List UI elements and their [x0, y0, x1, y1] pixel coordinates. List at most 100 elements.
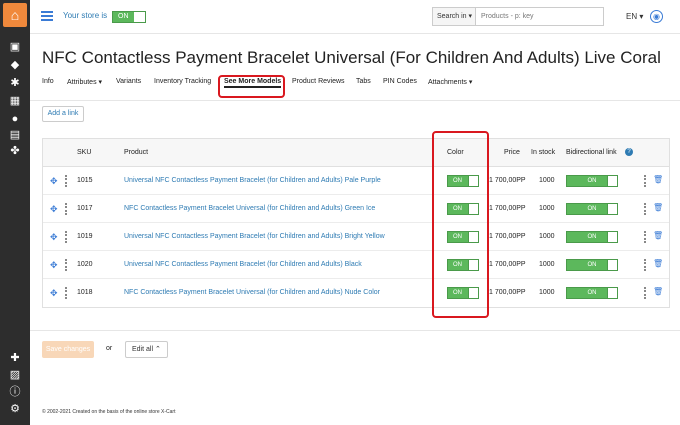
or-label: or — [106, 345, 113, 352]
trash-icon[interactable]: 🗑 — [653, 287, 663, 296]
gift-icon[interactable]: ▦ — [8, 95, 22, 107]
table-row: ✥ 1015 Universal NFC Contactless Payment… — [43, 167, 669, 195]
tab-attachments[interactable]: Attachments ▾ — [428, 78, 472, 86]
language-selector[interactable]: EN ▾ — [626, 12, 643, 21]
drag-handle-icon[interactable]: ✥ — [50, 260, 58, 271]
trash-icon[interactable]: 🗑 — [653, 259, 663, 268]
toggle-knob — [607, 288, 617, 298]
header-product[interactable]: Product — [124, 149, 148, 156]
row-price: 1 700,00PP — [489, 177, 526, 184]
table-row: ✥ 1017 NFC Contactless Payment Bracelet … — [43, 195, 669, 223]
drag-handle-icon[interactable]: ✥ — [50, 176, 58, 187]
page-title: NFC Contactless Payment Bracelet Univers… — [42, 48, 661, 67]
row-separator — [65, 175, 67, 187]
toggle-knob — [607, 176, 617, 186]
store-toggle-label: ON — [118, 13, 129, 20]
search-scope-button[interactable]: Search in ▾ — [432, 7, 476, 26]
action-bar: Save changes or Edit all ⌃ — [30, 330, 680, 368]
tab-variants[interactable]: Variants — [116, 78, 141, 85]
bidirectional-toggle[interactable]: ON — [566, 259, 618, 271]
row-separator — [65, 259, 67, 271]
row-separator — [65, 231, 67, 243]
header-in-stock[interactable]: In stock — [531, 149, 555, 156]
sidebar: ⌂ ▣ ◆ ✱ ▦ ● ▤ ✤ ✚ ▨ ⓘ ⚙ — [0, 0, 30, 425]
table-row: ✥ 1020 Universal NFC Contactless Payment… — [43, 251, 669, 279]
toggle-knob — [607, 260, 617, 270]
gear-icon[interactable]: ⚙ — [8, 403, 22, 415]
toggle-label: ON — [587, 234, 597, 240]
toggle-label: ON — [587, 206, 597, 212]
tab-info[interactable]: Info — [42, 78, 54, 85]
row-product-link[interactable]: NFC Contactless Payment Bracelet Univers… — [124, 205, 375, 212]
row-product-link[interactable]: Universal NFC Contactless Payment Bracel… — [124, 233, 385, 240]
drag-handle-icon[interactable]: ✥ — [50, 232, 58, 243]
search-input[interactable]: Products - p: key — [476, 7, 604, 26]
trash-icon[interactable]: 🗑 — [653, 231, 663, 240]
row-stock: 1000 — [539, 261, 555, 268]
info-icon[interactable]: ⓘ — [8, 386, 22, 398]
star-icon[interactable]: ✱ — [8, 77, 22, 89]
image-icon[interactable]: ▨ — [8, 369, 22, 381]
store-status-label: Your store is — [63, 11, 108, 20]
row-separator — [644, 231, 646, 243]
header-sku[interactable]: SKU — [77, 149, 91, 156]
row-separator — [644, 203, 646, 215]
edit-all-button[interactable]: Edit all ⌃ — [125, 341, 168, 358]
top-bar: Your store is ON Search in ▾ Products - … — [30, 0, 680, 34]
row-stock: 1000 — [539, 289, 555, 296]
row-separator — [65, 287, 67, 299]
store-status-toggle[interactable]: ON — [112, 11, 146, 23]
toggle-label: ON — [587, 290, 597, 296]
toggle-knob — [607, 204, 617, 214]
users-icon[interactable]: ● — [8, 113, 22, 125]
tag-icon[interactable]: ◆ — [8, 59, 22, 71]
menu-icon[interactable] — [41, 11, 53, 21]
edit-all-label: Edit all — [132, 346, 154, 353]
tab-product-reviews[interactable]: Product Reviews — [292, 78, 345, 85]
page-icon[interactable]: ▤ — [8, 129, 22, 141]
bidirectional-toggle[interactable]: ON — [566, 231, 618, 243]
row-product-link[interactable]: Universal NFC Contactless Payment Bracel… — [124, 261, 362, 268]
tab-attributes-label: Attributes — [67, 79, 97, 86]
tab-pin-codes[interactable]: PIN Codes — [383, 78, 417, 85]
tab-attachments-label: Attachments — [428, 79, 467, 86]
toggle-label: ON — [587, 178, 597, 184]
tab-tabs[interactable]: Tabs — [356, 78, 371, 85]
handshake-icon[interactable]: ✤ — [8, 145, 22, 157]
highlight-tab-box — [218, 75, 285, 98]
bidirectional-toggle[interactable]: ON — [566, 287, 618, 299]
trash-icon[interactable]: 🗑 — [653, 175, 663, 184]
save-changes-button[interactable]: Save changes — [42, 341, 94, 358]
row-sku: 1020 — [77, 261, 93, 268]
help-icon[interactable]: ? — [625, 148, 633, 156]
tab-attributes[interactable]: Attributes ▾ — [67, 78, 102, 86]
row-separator — [644, 259, 646, 271]
row-sku: 1017 — [77, 205, 93, 212]
tab-inventory-tracking[interactable]: Inventory Tracking — [154, 78, 211, 85]
drag-handle-icon[interactable]: ✥ — [50, 204, 58, 215]
row-separator — [65, 203, 67, 215]
trash-icon[interactable]: 🗑 — [653, 203, 663, 212]
toggle-label: ON — [587, 262, 597, 268]
header-bidirectional[interactable]: Bidirectional link — [566, 149, 617, 156]
models-table: SKU Product Color Price In stock Bidirec… — [42, 138, 670, 308]
dashboard-icon[interactable]: ▣ — [8, 41, 22, 53]
search-scope-label: Search in — [437, 13, 467, 20]
bidirectional-toggle[interactable]: ON — [566, 203, 618, 215]
drag-handle-icon[interactable]: ✥ — [50, 288, 58, 299]
add-link-button[interactable]: Add a link — [42, 106, 84, 122]
bidirectional-toggle[interactable]: ON — [566, 175, 618, 187]
row-product-link[interactable]: NFC Contactless Payment Bracelet Univers… — [124, 289, 380, 296]
row-sku: 1015 — [77, 177, 93, 184]
row-price: 1 700,00PP — [489, 233, 526, 240]
puzzle-icon[interactable]: ✚ — [8, 352, 22, 364]
copyright-text: © 2002-2021 Created on the basis of the … — [42, 409, 176, 415]
row-stock: 1000 — [539, 177, 555, 184]
store-logo-icon[interactable]: ⌂ — [3, 3, 27, 27]
table-row: ✥ 1019 Universal NFC Contactless Payment… — [43, 223, 669, 251]
header-price[interactable]: Price — [504, 149, 520, 156]
row-separator — [644, 287, 646, 299]
row-sku: 1019 — [77, 233, 93, 240]
user-icon[interactable]: ◉ — [650, 10, 663, 23]
row-product-link[interactable]: Universal NFC Contactless Payment Bracel… — [124, 177, 381, 184]
